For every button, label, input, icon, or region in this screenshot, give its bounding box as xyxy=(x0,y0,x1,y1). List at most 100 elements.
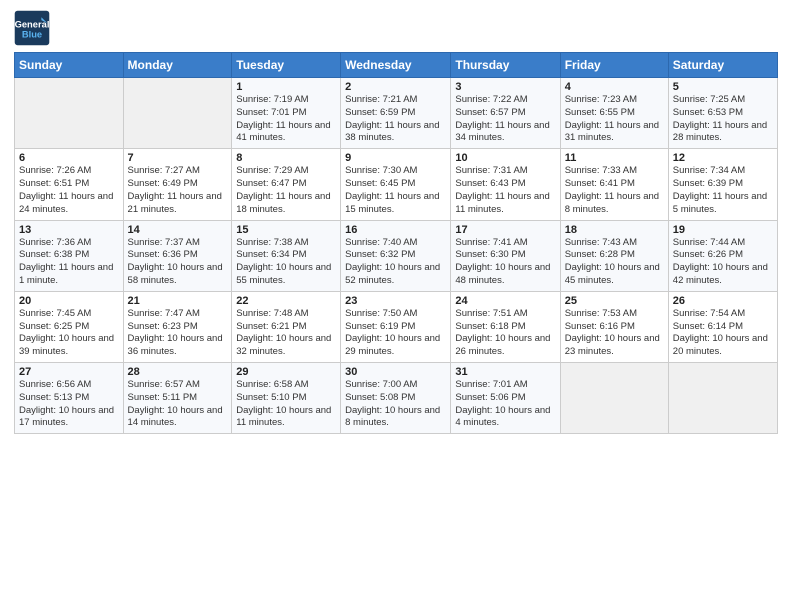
week-row-5: 27Sunrise: 6:56 AM Sunset: 5:13 PM Dayli… xyxy=(15,363,778,434)
day-number: 29 xyxy=(236,366,336,378)
day-info: Sunrise: 7:30 AM Sunset: 6:45 PM Dayligh… xyxy=(345,165,446,216)
day-number: 13 xyxy=(19,224,119,236)
day-info: Sunrise: 7:41 AM Sunset: 6:30 PM Dayligh… xyxy=(455,237,555,288)
day-number: 12 xyxy=(673,152,773,164)
week-row-3: 13Sunrise: 7:36 AM Sunset: 6:38 PM Dayli… xyxy=(15,220,778,291)
day-number: 8 xyxy=(236,152,336,164)
day-number: 11 xyxy=(565,152,664,164)
day-cell: 11Sunrise: 7:33 AM Sunset: 6:41 PM Dayli… xyxy=(560,149,668,220)
day-cell: 3Sunrise: 7:22 AM Sunset: 6:57 PM Daylig… xyxy=(451,78,560,149)
day-info: Sunrise: 7:00 AM Sunset: 5:08 PM Dayligh… xyxy=(345,379,446,430)
day-number: 26 xyxy=(673,295,773,307)
svg-text:Blue: Blue xyxy=(22,29,42,39)
day-info: Sunrise: 7:53 AM Sunset: 6:16 PM Dayligh… xyxy=(565,308,664,359)
weekday-wednesday: Wednesday xyxy=(341,53,451,78)
day-cell: 15Sunrise: 7:38 AM Sunset: 6:34 PM Dayli… xyxy=(232,220,341,291)
day-number: 7 xyxy=(128,152,228,164)
day-number: 14 xyxy=(128,224,228,236)
day-number: 4 xyxy=(565,81,664,93)
day-number: 18 xyxy=(565,224,664,236)
weekday-tuesday: Tuesday xyxy=(232,53,341,78)
logo-icon: General Blue xyxy=(14,10,50,46)
day-cell: 7Sunrise: 7:27 AM Sunset: 6:49 PM Daylig… xyxy=(123,149,232,220)
weekday-thursday: Thursday xyxy=(451,53,560,78)
day-cell: 4Sunrise: 7:23 AM Sunset: 6:55 PM Daylig… xyxy=(560,78,668,149)
day-info: Sunrise: 7:47 AM Sunset: 6:23 PM Dayligh… xyxy=(128,308,228,359)
day-info: Sunrise: 7:45 AM Sunset: 6:25 PM Dayligh… xyxy=(19,308,119,359)
day-number: 21 xyxy=(128,295,228,307)
day-info: Sunrise: 7:27 AM Sunset: 6:49 PM Dayligh… xyxy=(128,165,228,216)
day-cell: 5Sunrise: 7:25 AM Sunset: 6:53 PM Daylig… xyxy=(668,78,777,149)
week-row-4: 20Sunrise: 7:45 AM Sunset: 6:25 PM Dayli… xyxy=(15,291,778,362)
day-info: Sunrise: 7:38 AM Sunset: 6:34 PM Dayligh… xyxy=(236,237,336,288)
day-cell: 22Sunrise: 7:48 AM Sunset: 6:21 PM Dayli… xyxy=(232,291,341,362)
day-cell xyxy=(668,363,777,434)
day-info: Sunrise: 6:56 AM Sunset: 5:13 PM Dayligh… xyxy=(19,379,119,430)
week-row-2: 6Sunrise: 7:26 AM Sunset: 6:51 PM Daylig… xyxy=(15,149,778,220)
day-cell: 8Sunrise: 7:29 AM Sunset: 6:47 PM Daylig… xyxy=(232,149,341,220)
day-number: 3 xyxy=(455,81,555,93)
day-number: 27 xyxy=(19,366,119,378)
header: General Blue xyxy=(14,10,778,46)
day-number: 20 xyxy=(19,295,119,307)
day-cell: 25Sunrise: 7:53 AM Sunset: 6:16 PM Dayli… xyxy=(560,291,668,362)
day-info: Sunrise: 7:31 AM Sunset: 6:43 PM Dayligh… xyxy=(455,165,555,216)
day-info: Sunrise: 7:25 AM Sunset: 6:53 PM Dayligh… xyxy=(673,94,773,145)
page: General Blue SundayMondayTuesdayWednesda… xyxy=(0,0,792,612)
day-info: Sunrise: 7:36 AM Sunset: 6:38 PM Dayligh… xyxy=(19,237,119,288)
day-cell: 20Sunrise: 7:45 AM Sunset: 6:25 PM Dayli… xyxy=(15,291,124,362)
day-cell: 10Sunrise: 7:31 AM Sunset: 6:43 PM Dayli… xyxy=(451,149,560,220)
day-cell: 12Sunrise: 7:34 AM Sunset: 6:39 PM Dayli… xyxy=(668,149,777,220)
day-info: Sunrise: 7:19 AM Sunset: 7:01 PM Dayligh… xyxy=(236,94,336,145)
day-number: 1 xyxy=(236,81,336,93)
day-info: Sunrise: 7:23 AM Sunset: 6:55 PM Dayligh… xyxy=(565,94,664,145)
day-number: 6 xyxy=(19,152,119,164)
day-cell: 9Sunrise: 7:30 AM Sunset: 6:45 PM Daylig… xyxy=(341,149,451,220)
day-number: 25 xyxy=(565,295,664,307)
day-number: 2 xyxy=(345,81,446,93)
day-info: Sunrise: 7:37 AM Sunset: 6:36 PM Dayligh… xyxy=(128,237,228,288)
day-cell: 6Sunrise: 7:26 AM Sunset: 6:51 PM Daylig… xyxy=(15,149,124,220)
weekday-friday: Friday xyxy=(560,53,668,78)
day-number: 24 xyxy=(455,295,555,307)
week-row-1: 1Sunrise: 7:19 AM Sunset: 7:01 PM Daylig… xyxy=(15,78,778,149)
day-cell: 18Sunrise: 7:43 AM Sunset: 6:28 PM Dayli… xyxy=(560,220,668,291)
day-number: 22 xyxy=(236,295,336,307)
day-info: Sunrise: 7:29 AM Sunset: 6:47 PM Dayligh… xyxy=(236,165,336,216)
calendar-table: SundayMondayTuesdayWednesdayThursdayFrid… xyxy=(14,52,778,434)
day-info: Sunrise: 7:51 AM Sunset: 6:18 PM Dayligh… xyxy=(455,308,555,359)
day-cell: 31Sunrise: 7:01 AM Sunset: 5:06 PM Dayli… xyxy=(451,363,560,434)
day-info: Sunrise: 7:43 AM Sunset: 6:28 PM Dayligh… xyxy=(565,237,664,288)
day-number: 30 xyxy=(345,366,446,378)
day-cell: 17Sunrise: 7:41 AM Sunset: 6:30 PM Dayli… xyxy=(451,220,560,291)
day-info: Sunrise: 7:21 AM Sunset: 6:59 PM Dayligh… xyxy=(345,94,446,145)
day-cell: 21Sunrise: 7:47 AM Sunset: 6:23 PM Dayli… xyxy=(123,291,232,362)
weekday-saturday: Saturday xyxy=(668,53,777,78)
weekday-header-row: SundayMondayTuesdayWednesdayThursdayFrid… xyxy=(15,53,778,78)
day-cell: 16Sunrise: 7:40 AM Sunset: 6:32 PM Dayli… xyxy=(341,220,451,291)
day-cell: 14Sunrise: 7:37 AM Sunset: 6:36 PM Dayli… xyxy=(123,220,232,291)
day-cell: 28Sunrise: 6:57 AM Sunset: 5:11 PM Dayli… xyxy=(123,363,232,434)
day-info: Sunrise: 7:44 AM Sunset: 6:26 PM Dayligh… xyxy=(673,237,773,288)
day-cell: 24Sunrise: 7:51 AM Sunset: 6:18 PM Dayli… xyxy=(451,291,560,362)
day-cell: 29Sunrise: 6:58 AM Sunset: 5:10 PM Dayli… xyxy=(232,363,341,434)
day-number: 9 xyxy=(345,152,446,164)
day-number: 17 xyxy=(455,224,555,236)
weekday-monday: Monday xyxy=(123,53,232,78)
day-number: 15 xyxy=(236,224,336,236)
weekday-sunday: Sunday xyxy=(15,53,124,78)
day-number: 23 xyxy=(345,295,446,307)
day-cell: 23Sunrise: 7:50 AM Sunset: 6:19 PM Dayli… xyxy=(341,291,451,362)
day-info: Sunrise: 7:54 AM Sunset: 6:14 PM Dayligh… xyxy=(673,308,773,359)
day-info: Sunrise: 7:01 AM Sunset: 5:06 PM Dayligh… xyxy=(455,379,555,430)
day-info: Sunrise: 7:50 AM Sunset: 6:19 PM Dayligh… xyxy=(345,308,446,359)
day-info: Sunrise: 7:22 AM Sunset: 6:57 PM Dayligh… xyxy=(455,94,555,145)
day-cell: 13Sunrise: 7:36 AM Sunset: 6:38 PM Dayli… xyxy=(15,220,124,291)
day-info: Sunrise: 7:26 AM Sunset: 6:51 PM Dayligh… xyxy=(19,165,119,216)
day-cell: 19Sunrise: 7:44 AM Sunset: 6:26 PM Dayli… xyxy=(668,220,777,291)
day-cell xyxy=(123,78,232,149)
day-info: Sunrise: 6:57 AM Sunset: 5:11 PM Dayligh… xyxy=(128,379,228,430)
day-number: 28 xyxy=(128,366,228,378)
day-cell: 30Sunrise: 7:00 AM Sunset: 5:08 PM Dayli… xyxy=(341,363,451,434)
logo: General Blue xyxy=(14,10,53,46)
